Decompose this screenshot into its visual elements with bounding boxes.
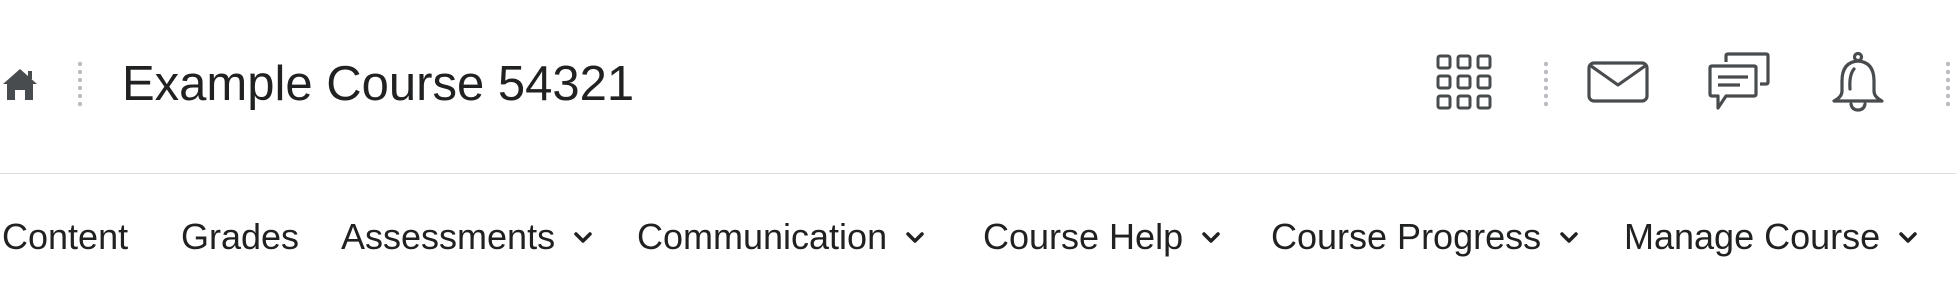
nav-item-grades[interactable]: Grades: [181, 212, 299, 262]
home-button[interactable]: [0, 66, 40, 106]
chevron-down-icon: [1898, 231, 1918, 245]
course-selector-button[interactable]: [1430, 50, 1498, 118]
header-separator: [78, 60, 82, 108]
page: Example Course 54321 Content Grades Asse…: [0, 0, 1956, 296]
nav-item-label: Communication: [637, 216, 888, 257]
nav-item-label: Course Help: [983, 216, 1184, 257]
course-title[interactable]: Example Course 54321: [122, 52, 634, 116]
chevron-down-icon: [905, 231, 925, 245]
bell-icon: [1830, 51, 1886, 118]
chat-icon: [1708, 51, 1770, 117]
nav-item-assessments[interactable]: Assessments: [341, 212, 593, 262]
nav-item-label: Manage Course: [1624, 216, 1881, 257]
chevron-down-icon: [573, 231, 593, 245]
top-header: Example Course 54321: [0, 0, 1956, 174]
nav-item-communication[interactable]: Communication: [637, 212, 925, 262]
header-separator: [1544, 60, 1548, 108]
email-button[interactable]: [1584, 50, 1652, 118]
nav-item-course-progress[interactable]: Course Progress: [1271, 212, 1579, 262]
nav-item-content[interactable]: Content: [2, 212, 128, 262]
chevron-down-icon: [1559, 231, 1579, 245]
nav-item-label: Assessments: [341, 216, 556, 257]
grid-icon: [1436, 54, 1492, 115]
nav-item-course-help[interactable]: Course Help: [983, 212, 1221, 262]
chevron-down-icon: [1201, 231, 1221, 245]
nav-item-manage-course[interactable]: Manage Course: [1624, 212, 1918, 262]
nav-item-label: Course Progress: [1271, 216, 1542, 257]
chat-button[interactable]: [1705, 50, 1773, 118]
nav-item-label: Grades: [181, 216, 300, 257]
home-icon: [2, 67, 38, 106]
nav-item-label: Content: [2, 216, 129, 257]
notifications-button[interactable]: [1824, 50, 1892, 118]
course-navbar: Content Grades Assessments Communication…: [0, 174, 1956, 296]
header-separator: [1946, 60, 1950, 108]
email-icon: [1587, 60, 1649, 108]
